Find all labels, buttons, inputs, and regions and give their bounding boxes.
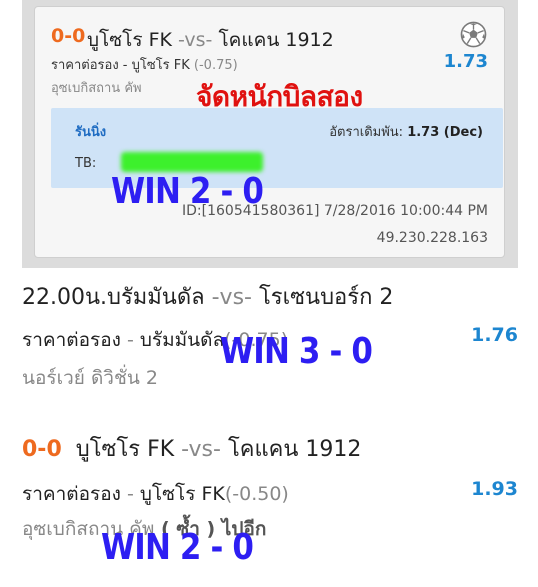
match-odds-value: 1.93	[471, 478, 518, 500]
match-odds-line: ราคาต่อรอง - บูโซโร FK(-0.50)	[22, 483, 289, 505]
bet-card: 0-0 บูโซโร FK -vs- โคแคน 1912 ราคาต่อรอง…	[34, 6, 505, 258]
bet-odds-label: ราคาต่อรอง - บูโซโร FK (-0.75)	[51, 58, 238, 73]
censor-scribble	[121, 152, 263, 172]
match-league: นอร์เวย์ ดิวิชั่น 2	[22, 367, 158, 389]
bet-rate-value: 1.73 (Dec)	[407, 125, 483, 140]
away-team: โคแคน 1912	[218, 29, 334, 51]
win-overlay-1: WIN 2 - 0	[111, 171, 264, 212]
match-title: 22.00น.บรัมมันดัล -vs- โรเซนบอร์ก 2	[22, 285, 394, 310]
bet-teams: บูโซโร FK -vs- โคแคน 1912	[87, 25, 334, 55]
tb-label: TB:	[75, 156, 97, 171]
vs-label: -vs-	[178, 29, 213, 51]
soccer-ball-icon	[460, 21, 487, 48]
bet-odds-value: 1.73	[443, 51, 488, 72]
home-team: บูโซโร FK	[87, 29, 172, 51]
bet-league: อุซเบกิสถาน คัพ	[51, 81, 142, 96]
bet-score: 0-0	[51, 25, 86, 47]
match-title: 0-0 บูโซโร FK -vs- โคแคน 1912	[22, 437, 362, 462]
win-overlay-2: WIN 3 - 0	[220, 331, 373, 372]
match-odds-value: 1.76	[471, 324, 518, 346]
win-overlay-3: WIN 2 - 0	[101, 527, 254, 568]
bet-slip-screenshot: 0-0 บูโซโร FK -vs- โคแคน 1912 ราคาต่อรอง…	[22, 0, 518, 268]
bet-ip-address: 49.230.228.163	[376, 230, 488, 246]
bet-handicap: (-0.75)	[193, 58, 238, 73]
running-status: รันนิ่ง	[75, 125, 107, 140]
bet-rate: อัตราเดิมพัน: 1.73 (Dec)	[329, 125, 483, 140]
